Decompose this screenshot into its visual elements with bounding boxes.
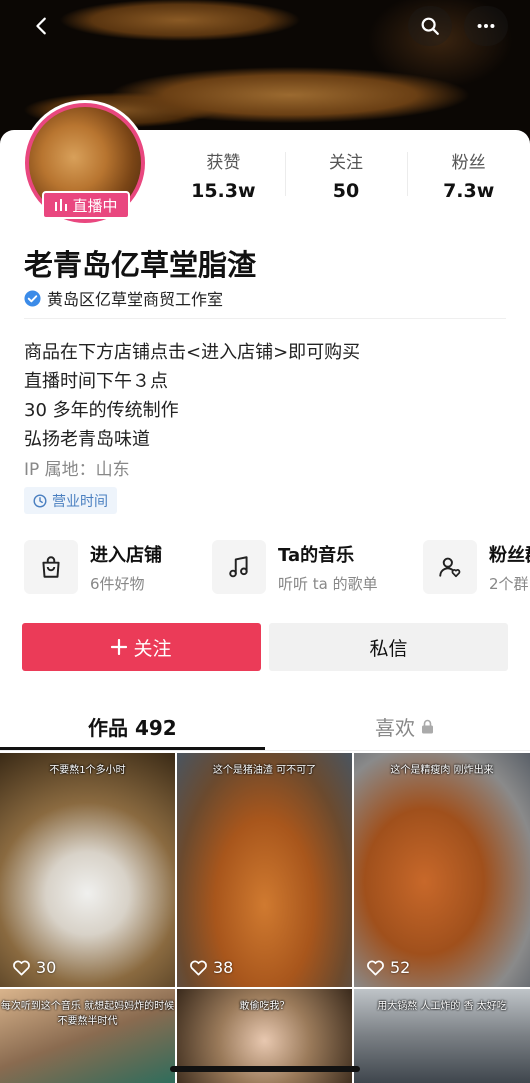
tab-likes[interactable]: 喜欢 bbox=[375, 712, 434, 741]
chevron-left-icon bbox=[36, 17, 46, 35]
entry-fan-group[interactable]: 粉丝群 2个群 bbox=[423, 540, 530, 594]
live-badge-label: 直播中 bbox=[72, 196, 118, 215]
live-bars-icon bbox=[55, 199, 68, 211]
divider bbox=[24, 318, 506, 319]
business-hours-label: 营业时间 bbox=[52, 493, 108, 510]
follow-button[interactable]: 关注 bbox=[22, 623, 261, 671]
video-likes: 52 bbox=[366, 958, 410, 977]
video-tile[interactable]: 每次听到这个音乐 就想起妈妈炸的时候 不要熬半时代 bbox=[0, 989, 175, 1083]
plus-icon bbox=[111, 639, 128, 655]
bio-line: 30 多年的传统制作 bbox=[24, 400, 179, 421]
entry-music[interactable]: Ta的音乐 听听 ta 的歌单 bbox=[212, 540, 378, 594]
tab-divider bbox=[0, 750, 530, 751]
bio-line: 弘扬老青岛味道 bbox=[24, 429, 150, 450]
video-tile[interactable]: 这个是猪油渣 可不可了 38 bbox=[177, 753, 352, 987]
bio-line: 商品在下方店铺点击<进入店铺>即可购买 bbox=[24, 342, 361, 363]
search-icon bbox=[421, 17, 439, 35]
back-button[interactable] bbox=[20, 6, 64, 46]
entry-text: 进入店铺 6件好物 bbox=[90, 541, 162, 594]
video-caption: 不要熬1个多小时 bbox=[49, 765, 126, 776]
profile-name: 老青岛亿草堂脂渣 bbox=[24, 248, 257, 282]
video-likes: 30 bbox=[12, 958, 56, 977]
video-tile[interactable]: 用大锅熬 人工炸的 香 太好吃 bbox=[354, 989, 530, 1083]
clock-icon bbox=[33, 493, 47, 508]
entry-row: 进入店铺 6件好物 Ta的音乐 听听 ta 的歌单 粉丝群 2个群 bbox=[24, 540, 530, 598]
verified-icon bbox=[24, 289, 41, 307]
entry-title: 进入店铺 bbox=[90, 544, 162, 566]
entry-title: Ta的音乐 bbox=[278, 544, 355, 566]
search-button[interactable] bbox=[408, 6, 452, 46]
stat-value: 50 bbox=[332, 180, 360, 202]
more-icon bbox=[477, 23, 495, 29]
stat-value: 7.3w bbox=[443, 180, 495, 202]
video-caption: 敢偷吃我？ bbox=[239, 1001, 290, 1012]
video-caption: 这个是精瘦肉 刚炸出来 bbox=[390, 765, 494, 776]
video-likes-count: 30 bbox=[36, 958, 57, 977]
fan-group-icon bbox=[439, 557, 461, 578]
entry-title: 粉丝群 bbox=[489, 544, 530, 566]
entry-sub: 2个群 bbox=[489, 574, 529, 593]
tab-works-label: 作品 492 bbox=[88, 716, 177, 740]
message-button[interactable]: 私信 bbox=[269, 623, 508, 671]
stat-followers[interactable]: 粉丝 7.3w bbox=[407, 148, 530, 208]
more-button[interactable] bbox=[464, 6, 508, 46]
heart-icon bbox=[367, 960, 384, 976]
stat-following[interactable]: 关注 50 bbox=[284, 148, 408, 208]
video-caption: 这个是猪油渣 可不可了 bbox=[212, 765, 317, 776]
video-likes-count: 38 bbox=[213, 958, 234, 977]
stats-row: 获赞 15.3w 关注 50 粉丝 7.3w bbox=[162, 148, 530, 208]
music-note-icon bbox=[229, 556, 248, 578]
stat-label: 获赞 bbox=[206, 153, 241, 173]
stat-value: 15.3w bbox=[191, 180, 256, 202]
stat-label: 粉丝 bbox=[451, 153, 486, 173]
entry-sub: 6件好物 bbox=[90, 574, 145, 593]
heart-icon bbox=[190, 960, 207, 976]
stat-label: 关注 bbox=[329, 153, 363, 173]
video-likes: 38 bbox=[189, 958, 233, 977]
entry-text: 粉丝群 2个群 bbox=[489, 541, 530, 594]
live-badge[interactable]: 直播中 bbox=[42, 191, 130, 219]
message-label: 私信 bbox=[369, 637, 408, 660]
home-indicator bbox=[170, 1066, 360, 1072]
lock-icon bbox=[422, 719, 433, 734]
entry-text: Ta的音乐 听听 ta 的歌单 bbox=[278, 541, 378, 594]
bio: 商品在下方店铺点击<进入店铺>即可购买 直播时间下午３点 30 多年的传统制作 … bbox=[24, 338, 360, 454]
video-caption: 每次听到这个音乐 就想起妈妈炸的时候 不要熬半时代 bbox=[0, 1001, 175, 1027]
stat-likes[interactable]: 获赞 15.3w bbox=[162, 148, 285, 208]
video-tile[interactable]: 不要熬1个多小时 30 bbox=[0, 753, 175, 987]
business-hours-tag[interactable]: 营业时间 bbox=[24, 487, 117, 514]
entry-sub: 听听 ta 的歌单 bbox=[278, 574, 378, 593]
heart-icon bbox=[13, 960, 30, 976]
tab-likes-label: 喜欢 bbox=[375, 716, 415, 740]
entry-store[interactable]: 进入店铺 6件好物 bbox=[24, 540, 162, 594]
entry-icon-box bbox=[423, 540, 477, 594]
follow-label: 关注 bbox=[133, 637, 172, 660]
video-grid: 不要熬1个多小时 30 这个是猪油渣 可不可了 38 这个是精瘦肉 刚炸出来 5… bbox=[0, 753, 530, 1083]
entry-icon-box bbox=[24, 540, 78, 594]
video-caption: 用大锅熬 人工炸的 香 太好吃 bbox=[377, 1001, 507, 1012]
verified-label: 黄岛区亿草堂商贸工作室 bbox=[47, 290, 224, 309]
shopping-bag-icon bbox=[42, 556, 60, 578]
ip-location: IP 属地：山东 bbox=[24, 460, 130, 480]
bio-line: 直播时间下午３点 bbox=[24, 371, 168, 392]
verified-row: 黄岛区亿草堂商贸工作室 bbox=[24, 286, 223, 310]
entry-icon-box bbox=[212, 540, 266, 594]
video-tile[interactable]: 这个是精瘦肉 刚炸出来 52 bbox=[354, 753, 530, 987]
tab-works[interactable]: 作品 492 bbox=[88, 712, 177, 741]
video-likes-count: 52 bbox=[390, 958, 411, 977]
